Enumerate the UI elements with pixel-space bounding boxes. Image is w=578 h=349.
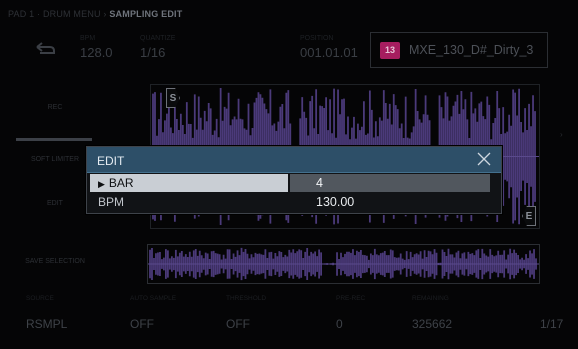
- waveform-overview[interactable]: [147, 244, 540, 284]
- close-button[interactable]: [474, 149, 494, 169]
- rec-button[interactable]: REC: [16, 104, 94, 111]
- sampling-edit-screen: PAD 1 · DRUM MENU › SAMPLING EDIT BPM 12…: [0, 0, 578, 349]
- edit-dialog: EDIT ▶ BAR 4 BPM 130.00: [86, 146, 502, 214]
- sidebar-divider: [16, 138, 92, 141]
- page-value: 1/17: [540, 317, 564, 331]
- bar-label: BAR: [108, 176, 134, 190]
- pre-rec-value: 0: [336, 317, 343, 331]
- sample-selector[interactable]: 13 MXE_130_D#_Dirty_3: [370, 32, 548, 68]
- source-label: SOURCE: [26, 295, 54, 302]
- bar-row[interactable]: ▶ BAR 4: [90, 174, 498, 192]
- waveform-overview-graphic: [148, 247, 539, 281]
- back-button[interactable]: [22, 30, 68, 68]
- edit-dialog-header: EDIT: [87, 147, 501, 173]
- threshold-label: THRESHOLD: [226, 295, 267, 302]
- bpm-label: BPM: [80, 35, 96, 42]
- threshold-value: OFF: [226, 317, 250, 331]
- zoom-indicator: ›: [560, 130, 563, 139]
- quantize-label: QUANTIZE: [140, 35, 176, 42]
- bar-label-cell: ▶ BAR: [90, 174, 288, 192]
- auto-sample-value: OFF: [130, 317, 154, 331]
- bottom-parameter-row: SOURCE RSMPL AUTO SAMPLE OFF THRESHOLD O…: [0, 295, 578, 343]
- breadcrumb-path: PAD 1 · DRUM MENU ›: [8, 9, 110, 19]
- bpm-row[interactable]: BPM 130.00: [90, 193, 498, 211]
- source-value: RSMPL: [26, 317, 68, 331]
- breadcrumb-current: SAMPLING EDIT: [109, 9, 183, 19]
- bpm-value: 128.0: [80, 45, 113, 60]
- bpm-label-cell: BPM: [90, 193, 288, 211]
- soft-limiter-button[interactable]: SOFT LIMITER: [16, 156, 94, 163]
- edit-button[interactable]: EDIT: [16, 200, 94, 207]
- edit-dialog-title: EDIT: [97, 154, 125, 168]
- auto-sample-label: AUTO SAMPLE: [130, 295, 177, 302]
- close-icon: [477, 152, 491, 166]
- quantize-display: QUANTIZE 1/16: [140, 35, 175, 60]
- breadcrumb: PAD 1 · DRUM MENU › SAMPLING EDIT: [8, 9, 182, 19]
- save-selection-button[interactable]: SAVE SELECTION: [16, 258, 94, 265]
- pre-rec-label: PRE-REC: [336, 295, 366, 302]
- position-value: 001.01.01: [300, 45, 358, 60]
- bar-value[interactable]: 4: [290, 174, 490, 192]
- pad-number-badge: 13: [380, 41, 400, 59]
- remaining-label: REMAINING: [412, 295, 449, 302]
- remaining-value: 325662: [412, 317, 453, 331]
- selection-arrow-icon: ▶: [98, 179, 105, 189]
- bpm-row-value[interactable]: 130.00: [290, 193, 490, 211]
- position-label: POSITION: [300, 35, 334, 42]
- return-arrow-icon: [36, 42, 55, 54]
- bpm-row-label: BPM: [98, 195, 125, 209]
- quantize-value: 1/16: [140, 45, 166, 60]
- position-display: POSITION 001.01.01: [300, 35, 358, 60]
- sample-name: MXE_130_D#_Dirty_3: [409, 43, 534, 57]
- bpm-display: BPM 128.0: [80, 35, 113, 60]
